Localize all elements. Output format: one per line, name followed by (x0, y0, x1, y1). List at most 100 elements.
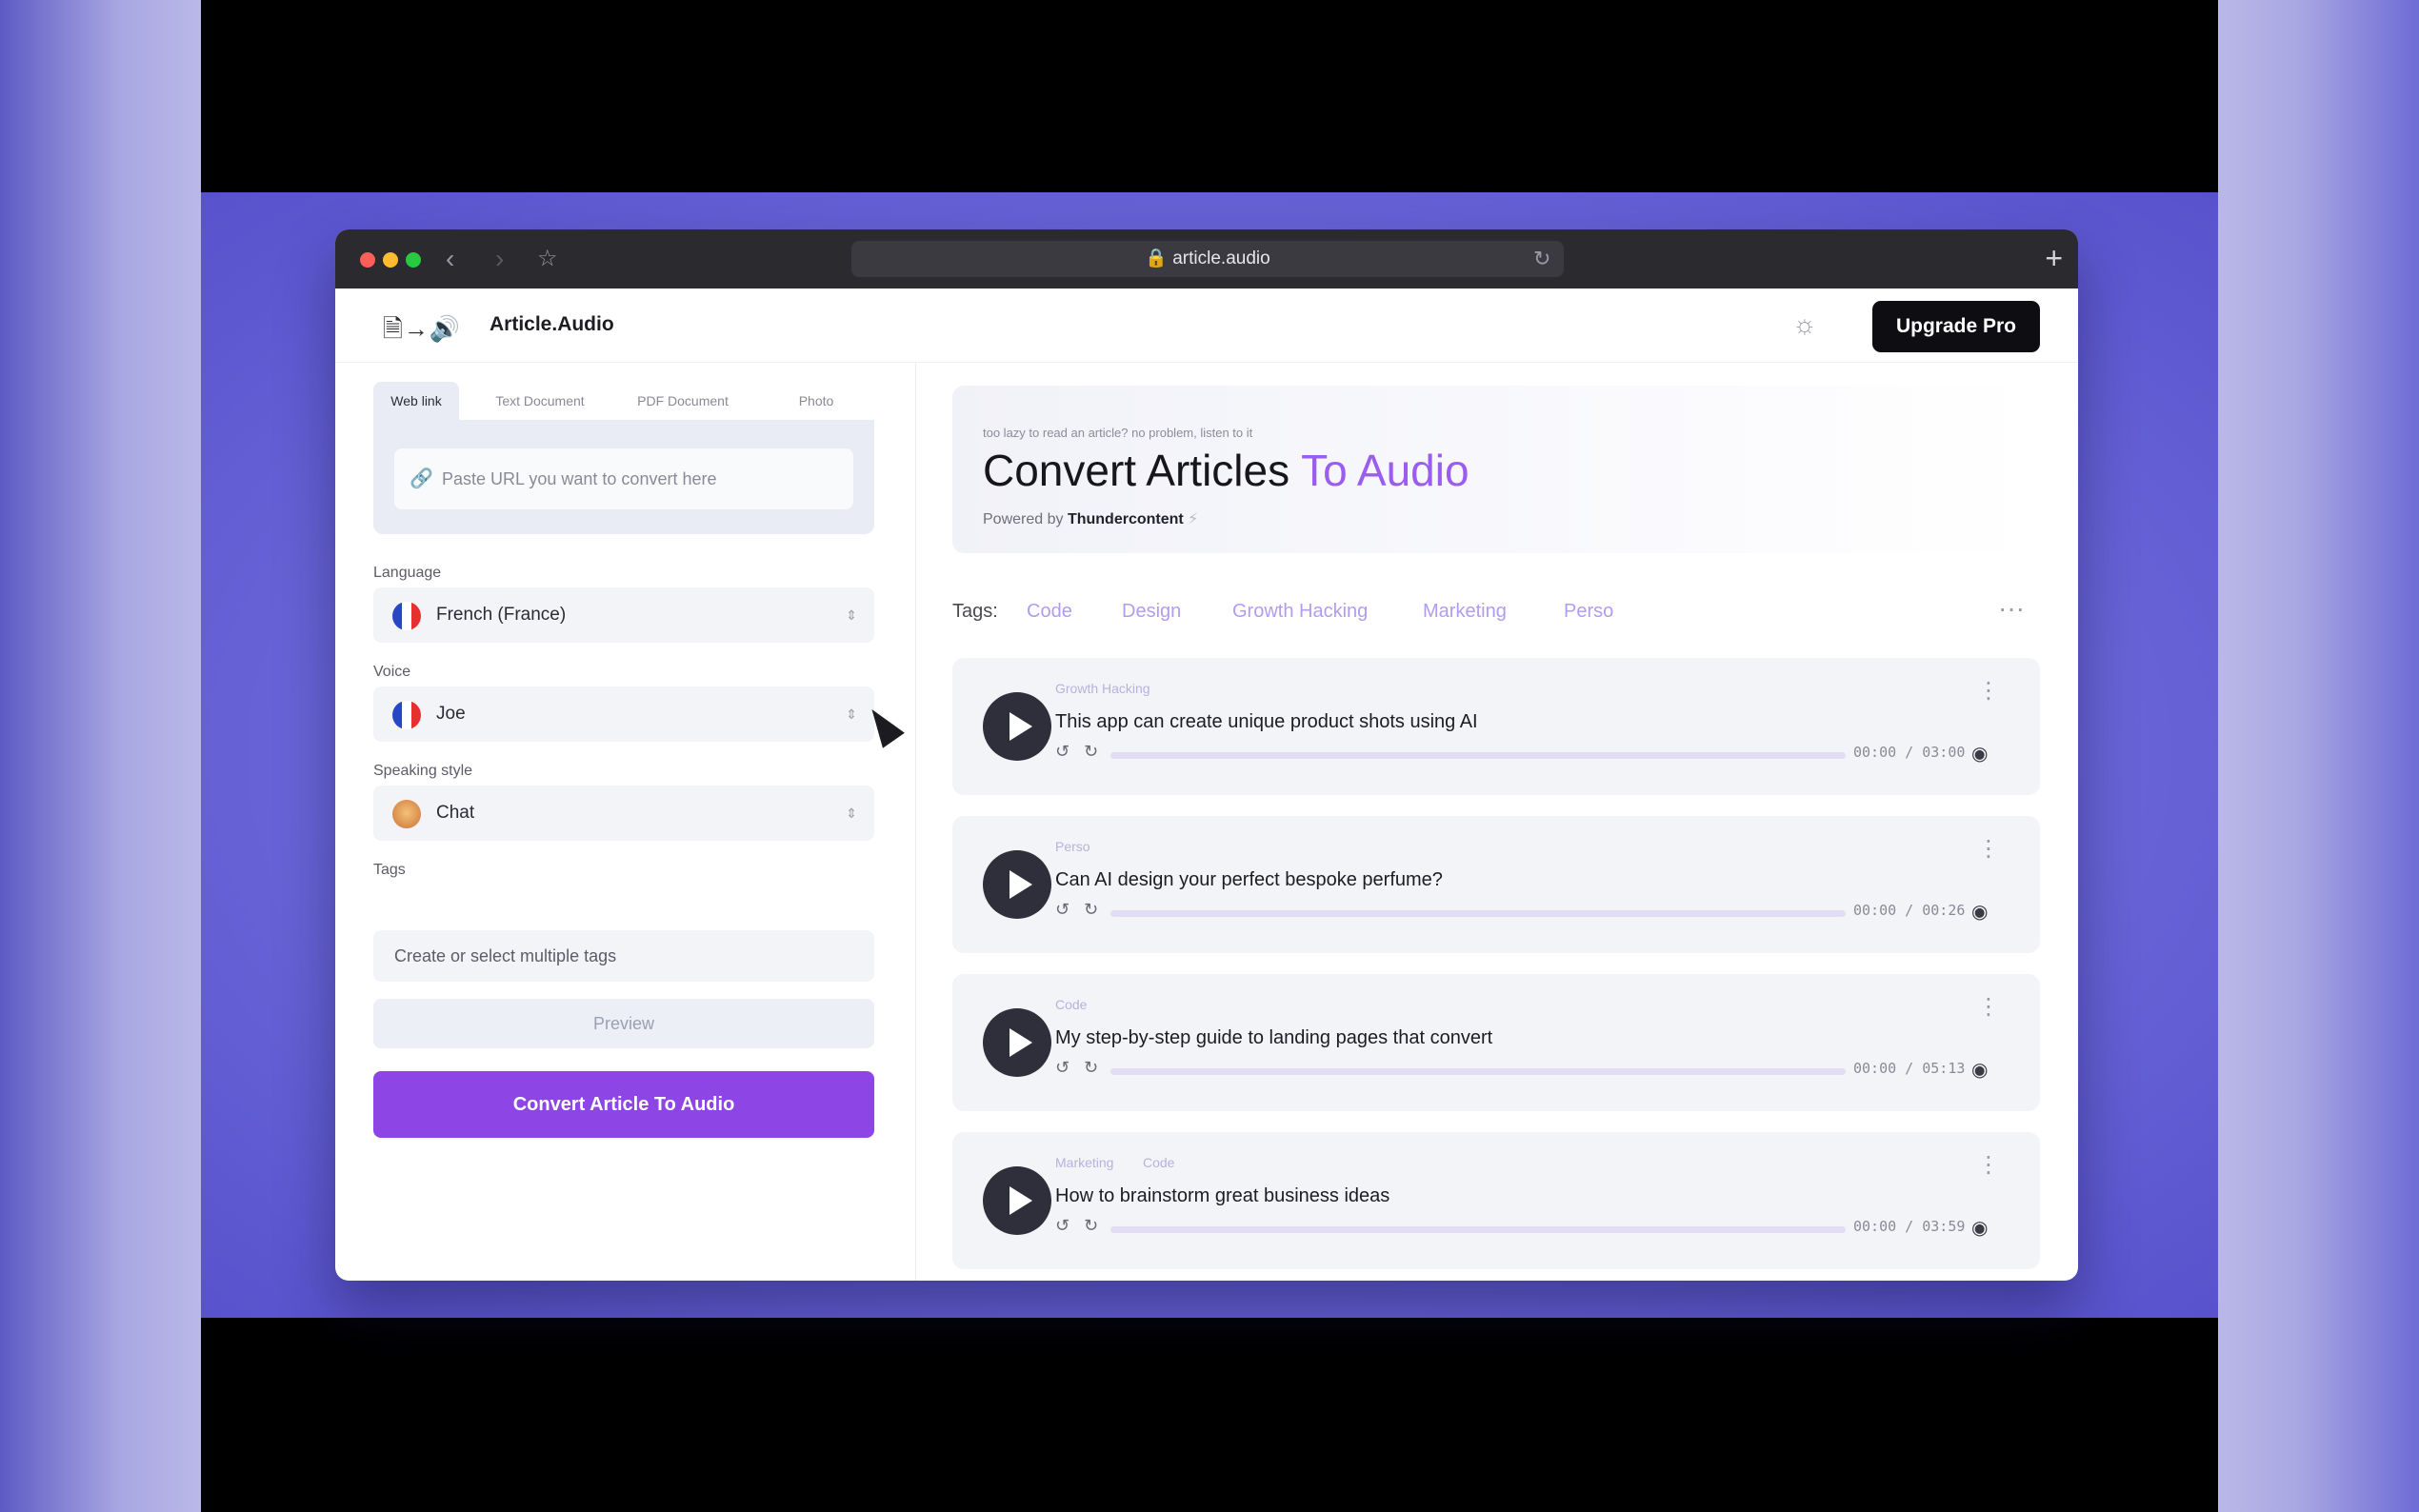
upgrade-pro-button[interactable]: Upgrade Pro (1872, 301, 2040, 352)
tab-text-document[interactable]: Text Document (478, 382, 602, 420)
chevron-left-icon[interactable]: ‹ (446, 243, 454, 275)
tag-filter-growth-hacking[interactable]: Growth Hacking (1232, 601, 1368, 623)
tags-label: Tags (373, 862, 406, 878)
tab-pdf-document[interactable]: PDF Document (621, 382, 745, 420)
letterbox-top (201, 0, 2218, 192)
article-title: How to brainstorm great business ideas (1055, 1185, 1390, 1206)
convert-article-button[interactable]: Convert Article To Audio (373, 1071, 874, 1138)
france-flag-icon (392, 701, 421, 729)
url-text: article.audio (1172, 249, 1270, 269)
powered-brand[interactable]: Thundercontent (1068, 511, 1184, 527)
logo-icon: 🗎→🔊 (383, 314, 462, 343)
speaking-style-label: Speaking style (373, 763, 473, 779)
address-bar[interactable]: 🔒 article.audio (851, 241, 1564, 277)
play-button[interactable] (983, 850, 1051, 919)
more-vertical-icon[interactable]: ⋮ (1977, 1151, 2000, 1179)
article-title: My step-by-step guide to landing pages t… (1055, 1027, 1493, 1048)
tag-filter-design[interactable]: Design (1122, 601, 1181, 623)
brand-name[interactable]: Article.Audio (490, 313, 614, 336)
forward-icon[interactable]: ↻ (1084, 900, 1098, 920)
backdrop-right (2218, 0, 2419, 1512)
page-title: Convert Articles To Audio (983, 445, 1469, 496)
rewind-icon[interactable]: ↺ (1055, 900, 1070, 920)
article-tag[interactable]: Code (1055, 997, 1087, 1012)
close-window-button[interactable] (360, 252, 375, 268)
url-placeholder: Paste URL you want to convert here (442, 469, 717, 488)
article-card: Growth Hacking This app can create uniqu… (952, 658, 2040, 795)
chevron-updown-icon: ⇕ (846, 806, 857, 821)
powered-by: Powered by Thundercontent ⚡ (983, 509, 1198, 528)
more-vertical-icon[interactable]: ⋮ (1977, 677, 2000, 705)
article-tag[interactable]: Marketing (1055, 1155, 1113, 1170)
browser-window: ‹ › ☆ 🔒 article.audio ↻ + 🗎→🔊 Article.Au… (335, 229, 2078, 1281)
playback-time: 00:00 / 05:13 (1853, 1060, 1966, 1077)
article-title: Can AI design your perfect bespoke perfu… (1055, 869, 1443, 890)
play-button[interactable] (983, 692, 1051, 761)
more-vertical-icon[interactable]: ⋮ (1977, 835, 2000, 863)
eye-icon[interactable]: ◉ (1971, 1058, 1988, 1082)
chevron-updown-icon: ⇕ (846, 706, 857, 722)
voice-select[interactable]: Joe ⇕ (373, 686, 874, 742)
progress-bar[interactable] (1110, 1226, 1846, 1233)
language-value: French (France) (436, 605, 567, 625)
backdrop-left (0, 0, 201, 1512)
playback-time: 00:00 / 00:26 (1853, 902, 1966, 919)
progress-bar[interactable] (1110, 910, 1846, 917)
tags-filter: Tags: Code Design Growth Hacking Marketi… (952, 593, 2040, 631)
lightning-icon: ⚡ (1188, 511, 1199, 527)
sun-icon[interactable]: ☼ (1792, 309, 1817, 340)
article-tag[interactable]: Code (1143, 1155, 1174, 1170)
converter-panel: Web link Text Document PDF Document Phot… (335, 363, 916, 1281)
forward-icon[interactable]: ↻ (1084, 1058, 1098, 1078)
tags-filter-label: Tags: (952, 601, 998, 622)
maximize-window-button[interactable] (406, 252, 421, 268)
chevron-right-icon[interactable]: › (495, 243, 504, 275)
tab-photo[interactable]: Photo (764, 382, 869, 420)
title-main: Convert Articles (983, 446, 1302, 495)
minimize-window-button[interactable] (383, 252, 398, 268)
progress-bar[interactable] (1110, 1068, 1846, 1075)
star-icon[interactable]: ☆ (537, 243, 558, 275)
article-tag[interactable]: Growth Hacking (1055, 681, 1150, 696)
voice-value: Joe (436, 704, 466, 724)
more-vertical-icon[interactable]: ⋮ (1977, 993, 2000, 1021)
tag-filter-marketing[interactable]: Marketing (1423, 601, 1507, 623)
forward-icon[interactable]: ↻ (1084, 742, 1098, 762)
playback-time: 00:00 / 03:59 (1853, 1218, 1966, 1235)
plus-icon[interactable]: + (2045, 239, 2063, 277)
rewind-icon[interactable]: ↺ (1055, 1216, 1070, 1236)
browser-toolbar: ‹ › ☆ 🔒 article.audio ↻ + (335, 229, 2078, 288)
forward-icon[interactable]: ↻ (1084, 1216, 1098, 1236)
tab-web-link[interactable]: Web link (373, 382, 459, 420)
eye-icon[interactable]: ◉ (1971, 742, 1988, 766)
eye-icon[interactable]: ◉ (1971, 900, 1988, 924)
eye-icon[interactable]: ◉ (1971, 1216, 1988, 1240)
progress-bar[interactable] (1110, 752, 1846, 759)
article-tag[interactable]: Perso (1055, 839, 1090, 854)
reload-icon[interactable]: ↻ (1533, 241, 1550, 277)
hero-banner: too lazy to read an article? no problem,… (952, 386, 2040, 553)
speaking-style-select[interactable]: Chat ⇕ (373, 786, 874, 841)
voice-label: Voice (373, 664, 411, 680)
more-horizontal-icon[interactable]: ··· (1998, 593, 2025, 624)
article-card: Perso Can AI design your perfect bespoke… (952, 816, 2040, 953)
play-button[interactable] (983, 1166, 1051, 1235)
tags-input[interactable]: Create or select multiple tags (373, 930, 874, 982)
rewind-icon[interactable]: ↺ (1055, 742, 1070, 762)
france-flag-icon (392, 602, 421, 630)
preview-button[interactable]: Preview (373, 999, 874, 1048)
article-card: Marketing Code How to brainstorm great b… (952, 1132, 2040, 1269)
speaking-style-value: Chat (436, 803, 475, 823)
title-accent: To Audio (1301, 446, 1469, 495)
playback-time: 00:00 / 03:00 (1853, 744, 1966, 761)
play-button[interactable] (983, 1008, 1051, 1077)
rewind-icon[interactable]: ↺ (1055, 1058, 1070, 1078)
chat-emoji-icon (392, 800, 421, 828)
tag-filter-perso[interactable]: Perso (1564, 601, 1613, 623)
powered-prefix: Powered by (983, 511, 1064, 527)
tag-filter-code[interactable]: Code (1027, 601, 1072, 623)
language-select[interactable]: French (France) ⇕ (373, 587, 874, 643)
url-input[interactable]: 🔗 Paste URL you want to convert here (394, 448, 853, 509)
letterbox-bottom (201, 1318, 2218, 1512)
url-panel: 🔗 Paste URL you want to convert here (373, 420, 874, 534)
